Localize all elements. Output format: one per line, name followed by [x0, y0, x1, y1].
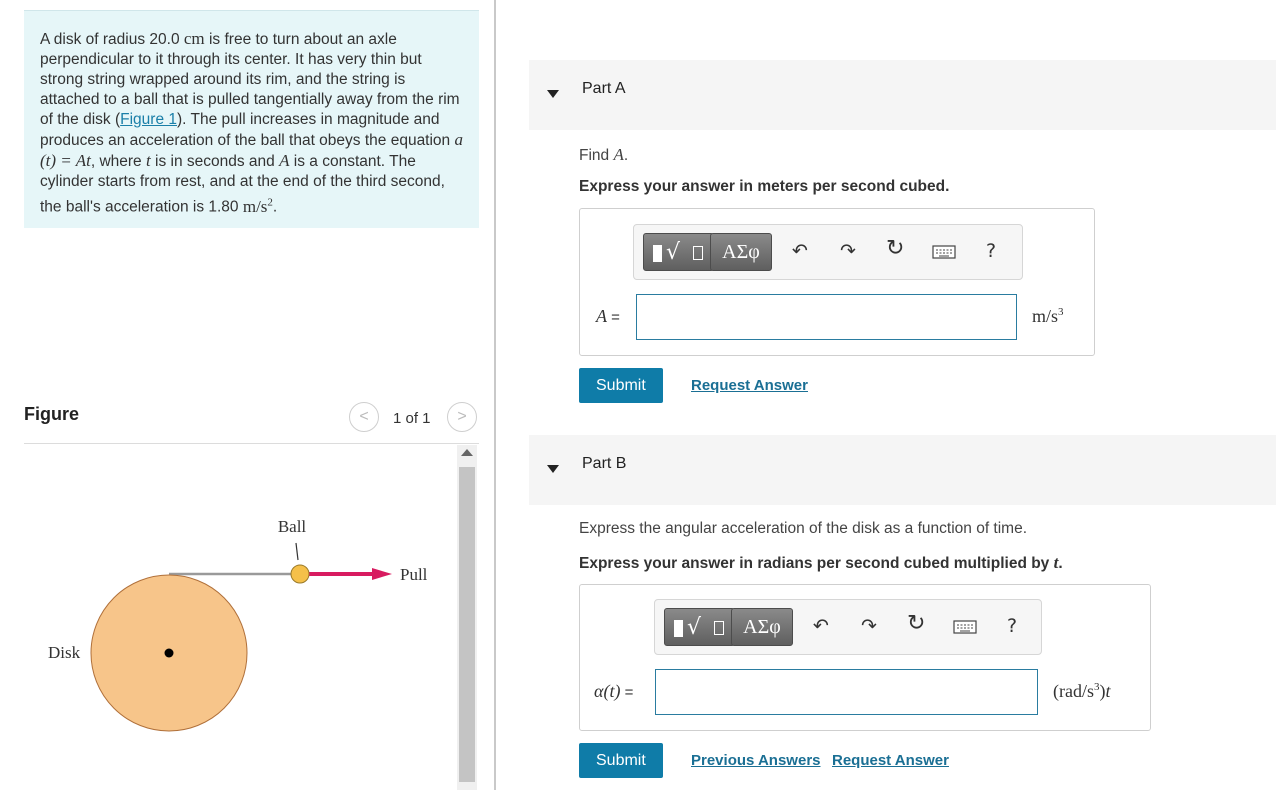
greek-icon: ΑΣφ [743, 616, 781, 638]
part-a-answer-input[interactable] [636, 294, 1017, 340]
templates-button[interactable]: √ [643, 233, 714, 271]
unit-cm: cm [183, 29, 205, 48]
part-b-instruction: Express your answer in radians per secon… [579, 553, 1063, 573]
part-b-input-label: α(t) = [594, 681, 633, 702]
figure-diagram: Ball Pull Disk [48, 517, 428, 732]
part-b-answer-input[interactable] [655, 669, 1038, 715]
undo-icon[interactable]: ↶ [792, 239, 808, 263]
part-b-math-toolbar: √ ΑΣφ ↶ ↷ ↻ ? [654, 599, 1042, 655]
figure-scrollbar[interactable] [457, 445, 477, 790]
part-b-question: Express the angular acceleration of the … [579, 520, 1028, 537]
undo-icon[interactable]: ↶ [813, 614, 829, 638]
templates-button[interactable]: √ [664, 608, 735, 646]
part-a-input-label: A = [596, 306, 620, 327]
problem-text-1: A disk of radius 20.0 [40, 31, 184, 48]
caret-down-icon [547, 465, 559, 473]
help-icon[interactable]: ? [1007, 614, 1017, 638]
part-a-unit: m/s3 [1032, 306, 1064, 327]
part-a-header[interactable]: Part A [529, 60, 1276, 130]
part-b-answer-box: √ ΑΣφ ↶ ↷ ↻ ? α(t) = (rad/s3)t [579, 584, 1151, 731]
part-a-instruction: Express your answer in meters per second… [579, 178, 950, 195]
unit-accel: m/s2 [242, 196, 273, 216]
greek-button[interactable]: ΑΣφ [731, 608, 793, 646]
figure-next-button[interactable]: > [447, 402, 477, 432]
part-b-previous-answers-link[interactable]: Previous Answers [691, 752, 821, 769]
part-b-instruction-end: . [1058, 555, 1063, 572]
part-b-unit-var: t [1105, 681, 1111, 701]
part-b-header[interactable]: Part B [529, 435, 1276, 505]
problem-text-7: . [272, 198, 278, 216]
reset-icon[interactable]: ↻ [907, 612, 925, 636]
part-a-question-text: Find [579, 147, 614, 164]
part-a-answer-box: √ ΑΣφ ↶ ↷ ↻ ? A = m/s3 [579, 208, 1095, 356]
unit-accel-base: m/s [242, 196, 268, 216]
problem-text-5: is in seconds and [150, 153, 280, 170]
part-b-unit: (rad/s3)t [1053, 681, 1111, 702]
keyboard-icon[interactable] [932, 242, 956, 266]
redo-icon[interactable]: ↷ [840, 239, 856, 263]
part-a-math-toolbar: √ ΑΣφ ↶ ↷ ↻ ? [633, 224, 1023, 280]
part-a-request-answer-link[interactable]: Request Answer [691, 377, 808, 394]
pull-label: Pull [400, 565, 428, 584]
part-a-label-var: A [596, 306, 607, 326]
part-a-label-eq: = [607, 309, 620, 326]
ball [290, 564, 310, 584]
part-a-submit-button[interactable]: Submit [579, 368, 663, 403]
part-b-request-answer-link[interactable]: Request Answer [832, 752, 949, 769]
column-divider [494, 0, 496, 790]
problem-text: A disk of radius 20.0 cm is free to turn… [40, 29, 463, 218]
greek-icon: ΑΣφ [722, 241, 760, 263]
redo-icon[interactable]: ↷ [861, 614, 877, 638]
chevron-left-icon: < [359, 408, 369, 425]
part-b-instruction-text: Express your answer in radians per secon… [579, 555, 1054, 572]
ball-label: Ball [278, 517, 307, 536]
disk-label: Disk [48, 643, 81, 662]
figure-title: Figure [24, 404, 80, 424]
scrollbar-thumb[interactable] [459, 467, 475, 782]
problem-statement: A disk of radius 20.0 cm is free to turn… [24, 10, 479, 228]
part-a-question-end: . [623, 147, 629, 164]
part-a-question: Find A. [579, 145, 628, 165]
greek-button[interactable]: ΑΣφ [710, 233, 772, 271]
ball-label-leader [295, 542, 299, 561]
part-b-label-eq: = [620, 684, 634, 701]
help-icon[interactable]: ? [986, 239, 996, 263]
figure-prev-button[interactable]: < [349, 402, 379, 432]
part-a-question-var: A [613, 145, 624, 164]
part-a-title: Part A [582, 80, 626, 97]
figure-divider [24, 443, 479, 444]
problem-text-4: , where [90, 153, 146, 170]
figure-counter: 1 of 1 [393, 410, 431, 427]
pull-arrowhead [372, 568, 392, 580]
var-A: A [279, 151, 290, 170]
part-b-submit-button[interactable]: Submit [579, 743, 663, 778]
chevron-right-icon: > [457, 408, 467, 425]
reset-icon[interactable]: ↻ [886, 237, 904, 261]
keyboard-icon[interactable] [953, 617, 977, 641]
part-b-unit-open: (rad/s [1053, 681, 1094, 701]
figure-link[interactable]: Figure 1 [120, 111, 177, 128]
part-b-title: Part B [582, 455, 627, 472]
part-a-unit-exp: 3 [1058, 306, 1064, 318]
disk-center-axle [164, 648, 174, 658]
part-a-unit-base: m/s [1032, 306, 1059, 326]
caret-down-icon [547, 90, 559, 98]
scroll-up-arrow-icon[interactable] [461, 449, 473, 456]
part-b-label-var: α(t) [594, 681, 621, 701]
